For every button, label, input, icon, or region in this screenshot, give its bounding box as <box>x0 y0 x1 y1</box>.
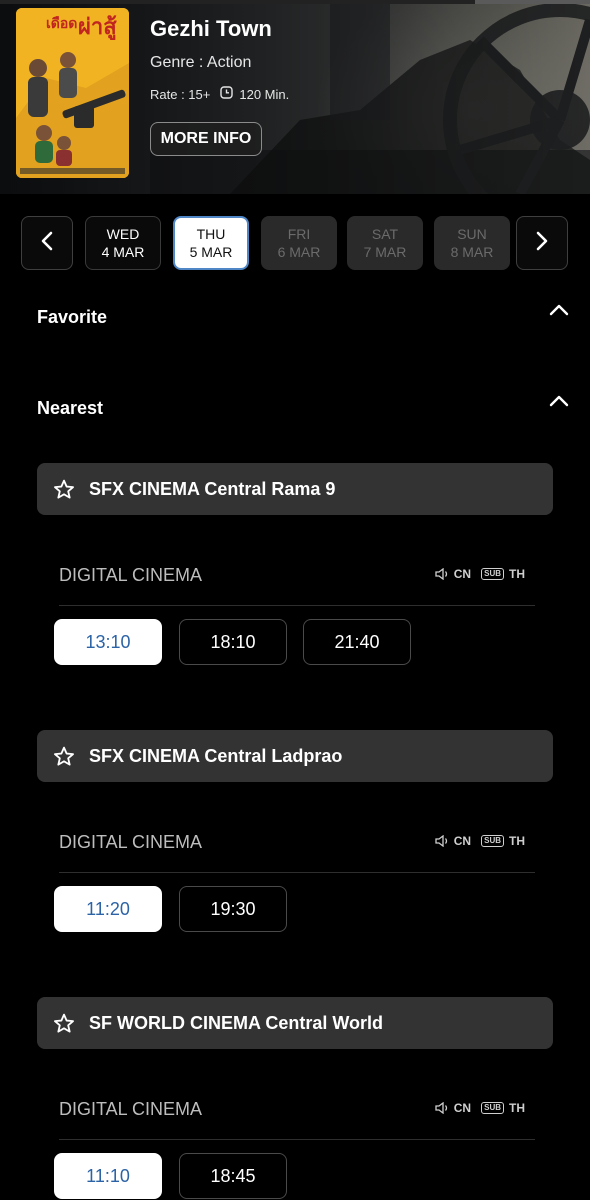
chevron-up-icon[interactable] <box>549 394 569 413</box>
star-outline-icon[interactable] <box>53 479 75 500</box>
format-row: DIGITAL CINEMA CN SUB TH <box>59 832 535 873</box>
cinema-card[interactable]: SFX CINEMA Central Ladprao <box>37 730 553 782</box>
next-date-button[interactable] <box>516 216 568 270</box>
speaker-icon <box>435 1102 450 1114</box>
nearest-section-title[interactable]: Nearest <box>37 398 103 419</box>
speaker-icon <box>435 835 450 847</box>
chevron-up-icon[interactable] <box>549 303 569 322</box>
cinema-card[interactable]: SF WORLD CINEMA Central World <box>37 997 553 1049</box>
format-name: DIGITAL CINEMA <box>59 832 203 852</box>
date-chip-day: THU <box>196 226 226 242</box>
date-chip-sun: SUN 8 MAR <box>434 216 510 270</box>
date-chip-date: 8 MAR <box>450 244 494 260</box>
date-chip-wed[interactable]: WED 4 MAR <box>85 216 161 270</box>
showtime-button[interactable]: 11:10 <box>54 1153 162 1199</box>
subtitle-language: TH <box>509 834 525 848</box>
showtime-button[interactable]: 13:10 <box>54 619 162 665</box>
language-info: CN SUB TH <box>435 567 525 581</box>
movie-title: Gezhi Town <box>150 16 272 41</box>
date-chip-date: 7 MAR <box>363 244 407 260</box>
subtitle-badge: SUB <box>481 835 504 847</box>
cinema-name: SF WORLD CINEMA Central World <box>89 1012 383 1033</box>
movie-duration: 120 Min. <box>239 86 290 102</box>
movie-hero: เดือด ผ่าสู้ Gezhi Town Genre : Action R… <box>0 0 590 194</box>
chevron-left-icon <box>40 231 54 256</box>
prev-date-button[interactable] <box>21 216 73 270</box>
scroll-indicator <box>0 0 590 4</box>
star-outline-icon[interactable] <box>53 1013 75 1034</box>
format-row: DIGITAL CINEMA CN SUB TH <box>59 565 535 606</box>
showtime-button[interactable]: 21:40 <box>303 619 411 665</box>
movie-poster: เดือด ผ่าสู้ <box>16 8 129 178</box>
date-chip-day: FRI <box>287 226 311 242</box>
svg-text:ผ่าสู้: ผ่าสู้ <box>78 14 117 41</box>
audio-language: CN <box>453 834 472 848</box>
showtime-button[interactable]: 18:45 <box>179 1153 287 1199</box>
speaker-icon <box>435 568 450 580</box>
format-row: DIGITAL CINEMA CN SUB TH <box>59 1099 535 1140</box>
movie-rate: Rate : 15+ <box>150 86 211 102</box>
date-chip-date: 4 MAR <box>101 244 145 260</box>
clock-icon <box>220 86 234 102</box>
chevron-right-icon <box>535 231 549 256</box>
more-info-button[interactable]: MORE INFO <box>150 122 262 156</box>
movie-genre: Genre : Action <box>150 54 252 71</box>
date-chip-date: 6 MAR <box>277 244 321 260</box>
format-name: DIGITAL CINEMA <box>59 565 203 585</box>
subtitle-language: TH <box>509 567 525 581</box>
showtime-button[interactable]: 19:30 <box>179 886 287 932</box>
subtitle-badge: SUB <box>481 1102 504 1114</box>
cinema-name: SFX CINEMA Central Ladprao <box>89 745 343 766</box>
audio-language: CN <box>453 1101 472 1115</box>
date-chip-day: SAT <box>371 226 399 242</box>
movie-meta: Rate : 15+ 120 Min. <box>150 86 289 102</box>
cinema-name: SFX CINEMA Central Rama 9 <box>89 478 336 499</box>
star-outline-icon[interactable] <box>53 746 75 767</box>
date-chip-sat: SAT 7 MAR <box>347 216 423 270</box>
subtitle-badge: SUB <box>481 568 504 580</box>
date-chip-day: SUN <box>457 226 487 242</box>
svg-text:เดือด: เดือด <box>46 15 77 31</box>
date-chip-fri: FRI 6 MAR <box>261 216 337 270</box>
showtime-button[interactable]: 11:20 <box>54 886 162 932</box>
cinema-card[interactable]: SFX CINEMA Central Rama 9 <box>37 463 553 515</box>
language-info: CN SUB TH <box>435 1101 525 1115</box>
language-info: CN SUB TH <box>435 834 525 848</box>
showtime-button[interactable]: 18:10 <box>179 619 287 665</box>
subtitle-language: TH <box>509 1101 525 1115</box>
favorite-section-title[interactable]: Favorite <box>37 307 107 328</box>
date-chip-thu[interactable]: THU 5 MAR <box>173 216 249 270</box>
date-chip-date: 5 MAR <box>189 244 233 260</box>
format-name: DIGITAL CINEMA <box>59 1099 203 1119</box>
date-chip-day: WED <box>106 226 140 242</box>
audio-language: CN <box>453 567 472 581</box>
